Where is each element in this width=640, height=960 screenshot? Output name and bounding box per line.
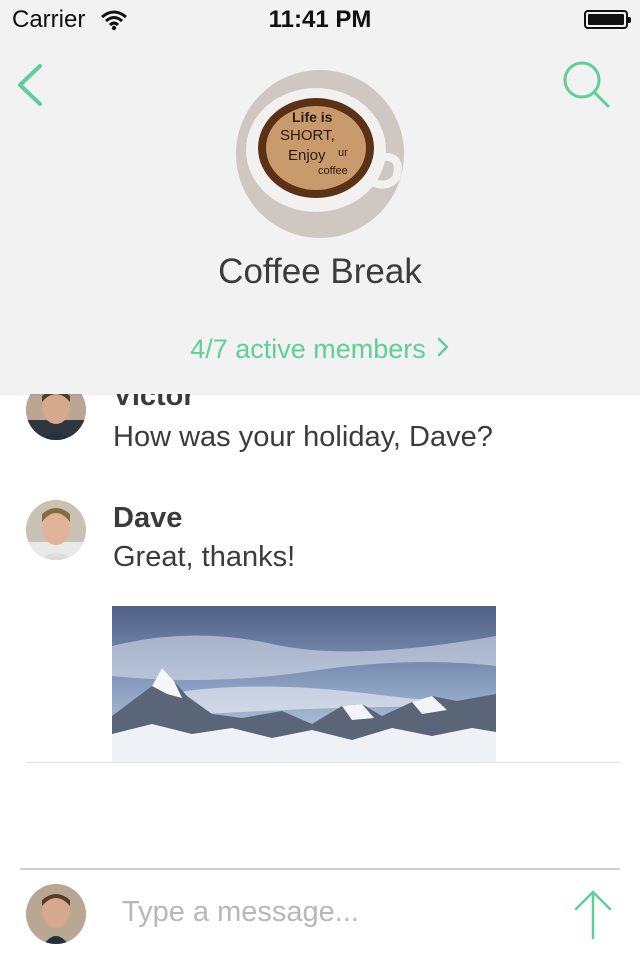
current-user-avatar[interactable] <box>26 884 86 944</box>
composer-divider <box>20 868 620 870</box>
battery-icon <box>584 10 631 29</box>
chevron-right-icon <box>436 334 450 365</box>
divider <box>26 762 620 763</box>
active-members-label: 4/7 active members <box>190 334 426 364</box>
cup-text-line: Life is <box>292 109 333 125</box>
send-button[interactable] <box>570 886 616 942</box>
chat-header: Carrier 11:41 PM Life is SHORT, Enjoy ur… <box>0 0 640 394</box>
status-time: 11:41 PM <box>268 6 372 33</box>
back-button[interactable] <box>12 60 52 110</box>
search-icon <box>563 61 610 108</box>
send-arrow-icon <box>574 890 612 940</box>
group-avatar[interactable]: Life is SHORT, Enjoy ur coffee <box>236 70 404 238</box>
cup-text-line: Enjoy <box>288 147 326 164</box>
cup-text-line: SHORT, <box>280 127 335 144</box>
cup-text-line: coffee <box>318 165 348 177</box>
dave-avatar[interactable] <box>26 500 86 560</box>
message-image-attachment[interactable] <box>112 606 496 762</box>
back-chevron-icon <box>18 64 42 106</box>
status-bar: Carrier 11:41 PM <box>0 0 640 40</box>
message-text: Great, thanks! <box>113 541 296 573</box>
cup-text-line: ur <box>338 147 348 159</box>
message-input[interactable] <box>112 884 562 940</box>
group-name: Coffee Break <box>218 252 422 291</box>
message-text: How was your holiday, Dave? <box>113 421 493 453</box>
search-button[interactable] <box>560 58 614 110</box>
message-author: Dave <box>113 502 183 534</box>
active-members-link[interactable]: 4/7 active members <box>0 334 640 365</box>
